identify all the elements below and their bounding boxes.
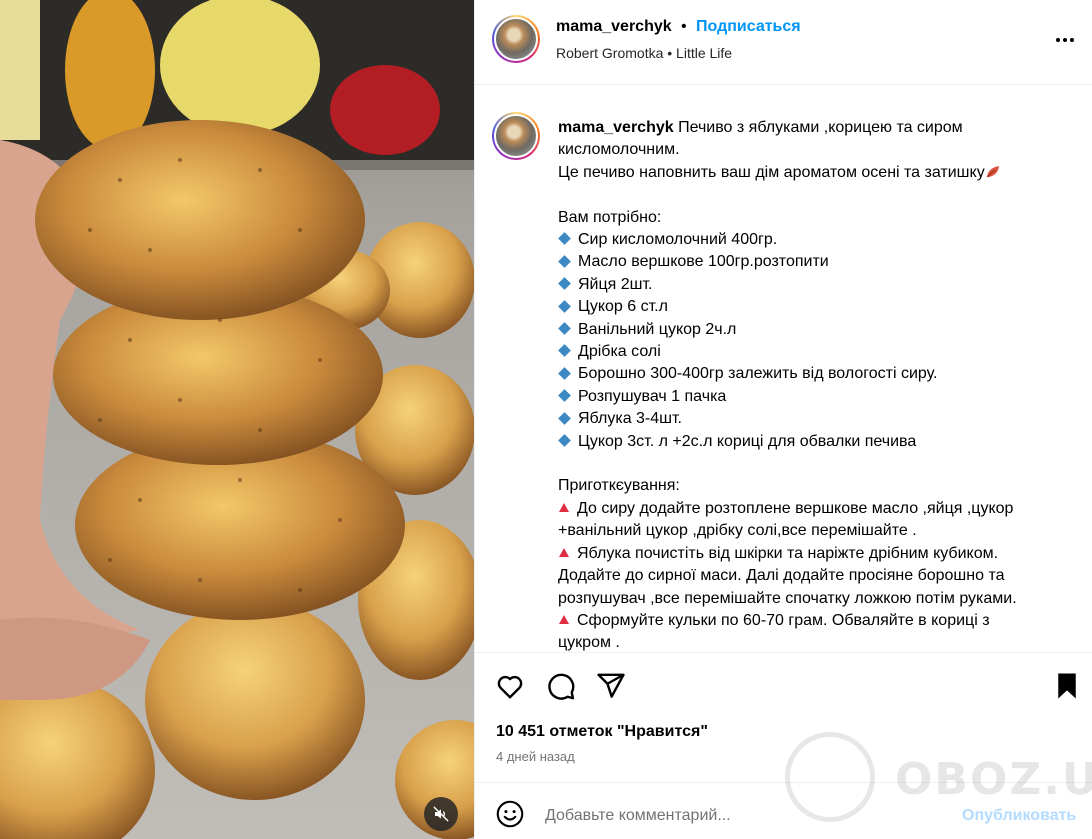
post-media[interactable] (0, 0, 474, 839)
method-step: До сиру додайте розтоплене вершкове масл… (558, 498, 1078, 520)
red-triangle-icon (559, 503, 569, 513)
caption-avatar[interactable] (492, 112, 540, 160)
more-options-button[interactable] (1051, 30, 1079, 50)
ingredient-text: Цукор 3ст. л +2с.л кориці для обвалки пе… (578, 432, 917, 450)
method-text: +ванільний цукор ,дрібку солі,все перемі… (558, 522, 917, 540)
ingredient-item: Дрібка солі (558, 341, 1078, 363)
ingredients-heading: Вам потрібно: (558, 208, 662, 226)
ingredient-item: Сир кисломолочний 400гр. (558, 229, 1078, 251)
method-heading: Приготкєування: (558, 477, 680, 495)
ingredient-item: Розпушувач 1 пачка (558, 386, 1078, 408)
ingredient-item: Масло вершкове 100гр.розтопити (558, 251, 1078, 273)
method-step: Додайте до сирної маси. Далі додайте про… (558, 565, 1078, 587)
header-username[interactable]: mama_verchyk (556, 18, 672, 36)
post-time[interactable]: 4 дней назад (496, 749, 575, 764)
method-text: розпушувач ,все перемішайте спочатку лож… (558, 589, 1017, 607)
method-list: До сиру додайте розтоплене вершкове масл… (558, 498, 1078, 652)
caption-title-2: кисломолочним. (558, 141, 680, 159)
audio-attribution[interactable]: Robert Gromotka • Little Life (556, 45, 732, 61)
ingredient-item: Яблука 3-4шт. (558, 408, 1078, 430)
ingredient-text: Яблука 3-4шт. (578, 410, 682, 428)
method-step: Сформуйте кульки по 60-70 грам. Обваляйт… (558, 610, 1078, 632)
blue-diamond-icon (558, 232, 571, 246)
more-icon (1056, 38, 1060, 42)
blue-diamond-icon (558, 344, 571, 358)
ingredient-text: Розпушувач 1 пачка (578, 387, 727, 405)
ingredient-text: Борошно 300-400гр залежить від вологості… (578, 365, 938, 383)
muted-speaker-icon (433, 806, 449, 822)
method-step: цукром . (558, 632, 1078, 652)
blue-diamond-icon (558, 411, 571, 425)
method-text: До сиру додайте розтоплене вершкове масл… (577, 499, 1014, 517)
method-text: цукром . (558, 634, 620, 652)
red-triangle-icon (559, 615, 569, 625)
action-bar: 10 451 отметок "Нравится" 4 дней назад (475, 652, 1092, 782)
blue-diamond-icon (558, 277, 571, 290)
comment-icon[interactable] (546, 671, 576, 701)
caption-title-1: Печиво з яблуками ,корицею та сиром (673, 119, 963, 136)
method-step: +ванільний цукор ,дрібку солі,все перемі… (558, 520, 1078, 542)
caption-intro: Це печиво наповнить ваш дім ароматом осе… (558, 163, 985, 181)
blue-diamond-icon (558, 322, 571, 335)
ingredient-text: Сир кисломолочний 400гр. (578, 231, 778, 249)
post-side-panel: mama_verchyk • Подписаться Robert Gromot… (474, 0, 1092, 839)
method-step: розпушувач ,все перемішайте спочатку лож… (558, 588, 1078, 610)
ingredient-item: Ванільний цукор 2ч.л (558, 319, 1078, 341)
post-photo (0, 0, 474, 839)
emoji-icon[interactable] (496, 800, 524, 828)
blue-diamond-icon (558, 389, 571, 402)
ingredient-text: Масло вершкове 100гр.розтопити (578, 253, 829, 271)
caption-line: mama_verchyk Печиво з яблуками ,корицею … (558, 117, 1078, 139)
avatar[interactable] (492, 15, 540, 63)
red-triangle-icon (559, 547, 569, 557)
caption-username[interactable]: mama_verchyk (558, 119, 674, 136)
caption-area: mama_verchyk Печиво з яблуками ,корицею … (475, 86, 1092, 652)
method-text: Сформуйте кульки по 60-70 грам. Обваляйт… (577, 611, 990, 629)
comment-input[interactable] (545, 805, 925, 827)
ingredient-text: Ванільний цукор 2ч.л (578, 320, 737, 338)
publish-button[interactable]: Опубликовать (962, 807, 1076, 825)
ingredient-item: Цукор 6 ст.л (558, 296, 1078, 318)
ingredient-item: Яйця 2шт. (558, 274, 1078, 296)
method-text: Додайте до сирної маси. Далі додайте про… (558, 567, 1005, 585)
follow-button[interactable]: Подписаться (696, 18, 801, 36)
likes-count[interactable]: 10 451 отметок "Нравится" (496, 723, 708, 741)
post-caption: mama_verchyk Печиво з яблуками ,корицею … (558, 117, 1078, 652)
method-text: Яблука почистіть від шкірки та наріжте д… (577, 544, 999, 562)
comment-bar: Опубликовать (475, 782, 1092, 839)
blue-diamond-icon (558, 434, 571, 447)
ingredients-list: Сир кисломолочний 400гр. Масло вершкове 1… (558, 229, 1078, 453)
caption-line: Це печиво наповнить ваш дім ароматом осе… (558, 162, 1078, 184)
ingredient-item: Цукор 3ст. л +2с.л кориці для обвалки пе… (558, 431, 1078, 453)
header-separator: • (681, 18, 687, 35)
post-header: mama_verchyk • Подписаться Robert Gromot… (475, 0, 1092, 85)
ingredient-item: Борошно 300-400гр залежить від вологості… (558, 363, 1078, 385)
blue-diamond-icon (558, 366, 571, 380)
ingredient-text: Цукор 6 ст.л (578, 298, 668, 316)
heart-icon[interactable] (495, 671, 525, 701)
method-step: Яблука почистіть від шкірки та наріжте д… (558, 543, 1078, 565)
blue-diamond-icon (558, 299, 571, 313)
ingredient-text: Яйця 2шт. (578, 275, 653, 293)
ingredient-text: Дрібка солі (578, 343, 661, 361)
mute-button[interactable] (424, 797, 458, 831)
share-icon[interactable] (596, 671, 626, 701)
bookmark-icon[interactable] (1052, 671, 1082, 701)
blue-diamond-icon (558, 254, 571, 268)
autumn-leaf-icon (986, 165, 999, 178)
